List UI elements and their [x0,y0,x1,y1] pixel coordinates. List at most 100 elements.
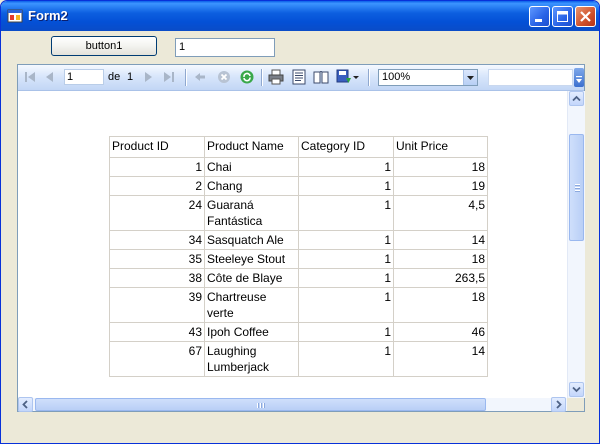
chevron-up-icon [572,95,581,102]
table-cell: Chang [204,176,299,196]
print-layout-icon[interactable] [291,69,307,85]
table-cell: Chartreuse verte [204,287,299,323]
close-button[interactable] [575,6,596,27]
table-cell: Ipoh Coffee [204,322,299,342]
button1[interactable]: button1 [51,36,157,56]
first-page-icon[interactable] [22,69,38,85]
table-cell: Steeleye Stout [204,249,299,269]
table-cell: 1 [298,249,394,269]
horizontal-scrollbar[interactable] [18,397,567,412]
scroll-down-button[interactable] [569,382,584,397]
table-cell: 18 [393,249,488,269]
table-cell: 19 [393,176,488,196]
form2-window: Form2 button1 1 1 de 1 100% Product ID P… [0,0,600,444]
table-cell: 18 [393,287,488,323]
table-cell: 38 [109,268,205,288]
vertical-scroll-thumb[interactable] [569,134,584,241]
column-header: Product ID [109,136,205,158]
chevron-down-icon [467,76,474,80]
table-row: 2 Chang 1 19 [109,176,488,196]
table-cell: 1 [109,157,205,177]
table-cell: 14 [393,341,488,377]
app-icon[interactable] [7,8,23,24]
table-row: 34 Sasquatch Ale 1 14 [109,230,488,250]
table-cell: 43 [109,322,205,342]
page-setup-icon[interactable] [313,69,329,85]
of-label: de [108,71,121,83]
table-cell: Guaraná Fantástica [204,195,299,231]
report-body: 1 Chai 1 18 2 Chang 1 19 24 Guaraná Fantástica 1 4,… [109,157,488,377]
chevron-left-icon [22,400,28,409]
table-cell: 67 [109,341,205,377]
table-row: 43 Ipoh Coffee 1 46 [109,322,488,342]
table-row: 24 Guaraná Fantástica 1 4,5 [109,195,488,231]
textbox1[interactable]: 1 [175,38,275,57]
minimize-button[interactable] [529,6,550,27]
report-content: Product ID Product Name Category ID Unit Pr… [18,91,567,398]
table-cell: 1 [298,230,394,250]
current-page-input[interactable]: 1 [64,69,104,85]
table-row: 1 Chai 1 18 [109,157,488,177]
table-row: 39 Chartreuse verte 1 18 [109,287,488,323]
report-header: Product ID Product Name Category ID Unit Pr… [109,136,488,158]
table-cell: 18 [393,157,488,177]
table-cell: Laughing Lumberjack [204,341,299,377]
table-cell: Chai [204,157,299,177]
find-text-input[interactable] [488,69,573,86]
table-cell: 263,5 [393,268,488,288]
export-icon[interactable] [336,69,352,85]
table-cell: 35 [109,249,205,269]
zoom-dropdown-button[interactable] [463,70,477,85]
table-cell: 39 [109,287,205,323]
zoom-value: 100% [382,71,411,83]
maximize-icon [557,11,568,22]
overflow-chevron-icon [576,76,582,83]
chevron-right-icon [556,400,562,409]
last-page-icon[interactable] [161,69,177,85]
minimize-icon [535,19,542,22]
maximize-button[interactable] [552,6,573,27]
toolbar-separator [261,69,263,86]
refresh-icon[interactable] [239,69,255,85]
report-table: Product ID Product Name Category ID Unit Pr… [109,136,488,377]
table-row: 67 Laughing Lumberjack 1 14 [109,341,488,377]
table-cell: 2 [109,176,205,196]
stop-icon[interactable] [216,69,232,85]
back-icon[interactable] [192,69,208,85]
column-header: Category ID [298,136,394,158]
total-pages-label: 1 [127,71,134,83]
table-cell: 14 [393,230,488,250]
report-toolbar: 1 de 1 100% [18,65,584,91]
horizontal-scroll-thumb[interactable] [35,398,486,411]
vertical-scrollbar[interactable] [567,91,585,398]
table-cell: 1 [298,157,394,177]
column-header: Unit Price [393,136,488,158]
scroll-right-button[interactable] [551,397,566,412]
title-bar[interactable]: Form2 [1,1,599,31]
table-cell: 1 [298,268,394,288]
zoom-select[interactable]: 100% [378,69,478,86]
scroll-left-button[interactable] [18,397,33,412]
table-cell: 46 [393,322,488,342]
report-viewer: 1 de 1 100% Product ID Product Name Cate… [17,64,585,412]
toolbar-separator [185,69,187,86]
chevron-down-icon [572,386,581,393]
scroll-up-button[interactable] [569,91,584,106]
table-cell: 34 [109,230,205,250]
table-cell: 1 [298,341,394,377]
header-row: Product ID Product Name Category ID Unit Pr… [109,136,488,158]
next-page-icon[interactable] [140,69,156,85]
table-cell: 1 [298,195,394,231]
table-cell: 1 [298,322,394,342]
window-title: Form2 [28,8,68,23]
table-cell: Sasquatch Ale [204,230,299,250]
toolbar-separator [368,69,370,86]
toolbar-overflow-button[interactable] [574,68,584,87]
table-cell: 24 [109,195,205,231]
previous-page-icon[interactable] [42,69,58,85]
table-cell: 1 [298,176,394,196]
close-icon [580,11,591,22]
print-icon[interactable] [268,69,284,85]
dropdown-arrow-icon[interactable] [352,69,360,85]
column-header: Product Name [204,136,299,158]
